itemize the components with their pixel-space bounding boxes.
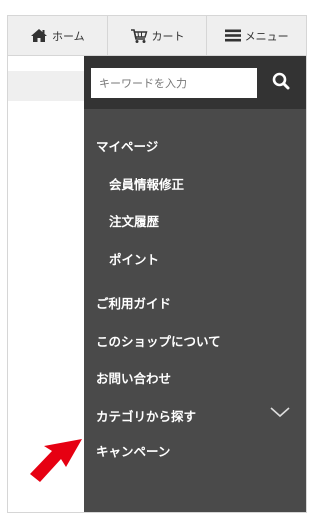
cart-button[interactable]: カート bbox=[108, 16, 208, 55]
content-stripe bbox=[8, 71, 84, 101]
menu-item-contact[interactable]: お問い合わせ bbox=[96, 368, 171, 387]
menu-drawer: マイページ 会員情報修正 注文履歴 ポイント ご利用ガイド このショップについて… bbox=[84, 56, 306, 512]
menu-item-points[interactable]: ポイント bbox=[109, 249, 159, 268]
search-button[interactable] bbox=[262, 68, 300, 98]
cart-label: カート bbox=[151, 29, 185, 43]
cart-icon bbox=[130, 28, 148, 44]
search-icon bbox=[272, 72, 290, 94]
red-arrow-icon bbox=[26, 437, 84, 485]
menu-label: メニュー bbox=[244, 29, 289, 43]
menu-item-mypage[interactable]: マイページ bbox=[96, 136, 158, 155]
menu-item-about-shop[interactable]: このショップについて bbox=[96, 331, 221, 350]
menu-item-guide[interactable]: ご利用ガイド bbox=[96, 293, 171, 312]
menu-button[interactable]: メニュー bbox=[207, 16, 306, 55]
hamburger-icon bbox=[224, 29, 241, 42]
menu-item-category[interactable]: カテゴリから探す bbox=[96, 406, 196, 425]
search-input[interactable] bbox=[91, 68, 257, 98]
home-label: ホーム bbox=[52, 29, 85, 43]
top-navigation: ホーム カート メニュー bbox=[7, 15, 307, 56]
home-icon bbox=[30, 28, 48, 43]
home-button[interactable]: ホーム bbox=[8, 16, 108, 55]
search-bar bbox=[84, 56, 306, 109]
chevron-down-icon[interactable] bbox=[268, 404, 292, 420]
menu-item-member-edit[interactable]: 会員情報修正 bbox=[109, 174, 184, 193]
menu-item-order-history[interactable]: 注文履歴 bbox=[109, 211, 159, 230]
menu-item-campaign[interactable]: キャンペーン bbox=[96, 441, 170, 460]
